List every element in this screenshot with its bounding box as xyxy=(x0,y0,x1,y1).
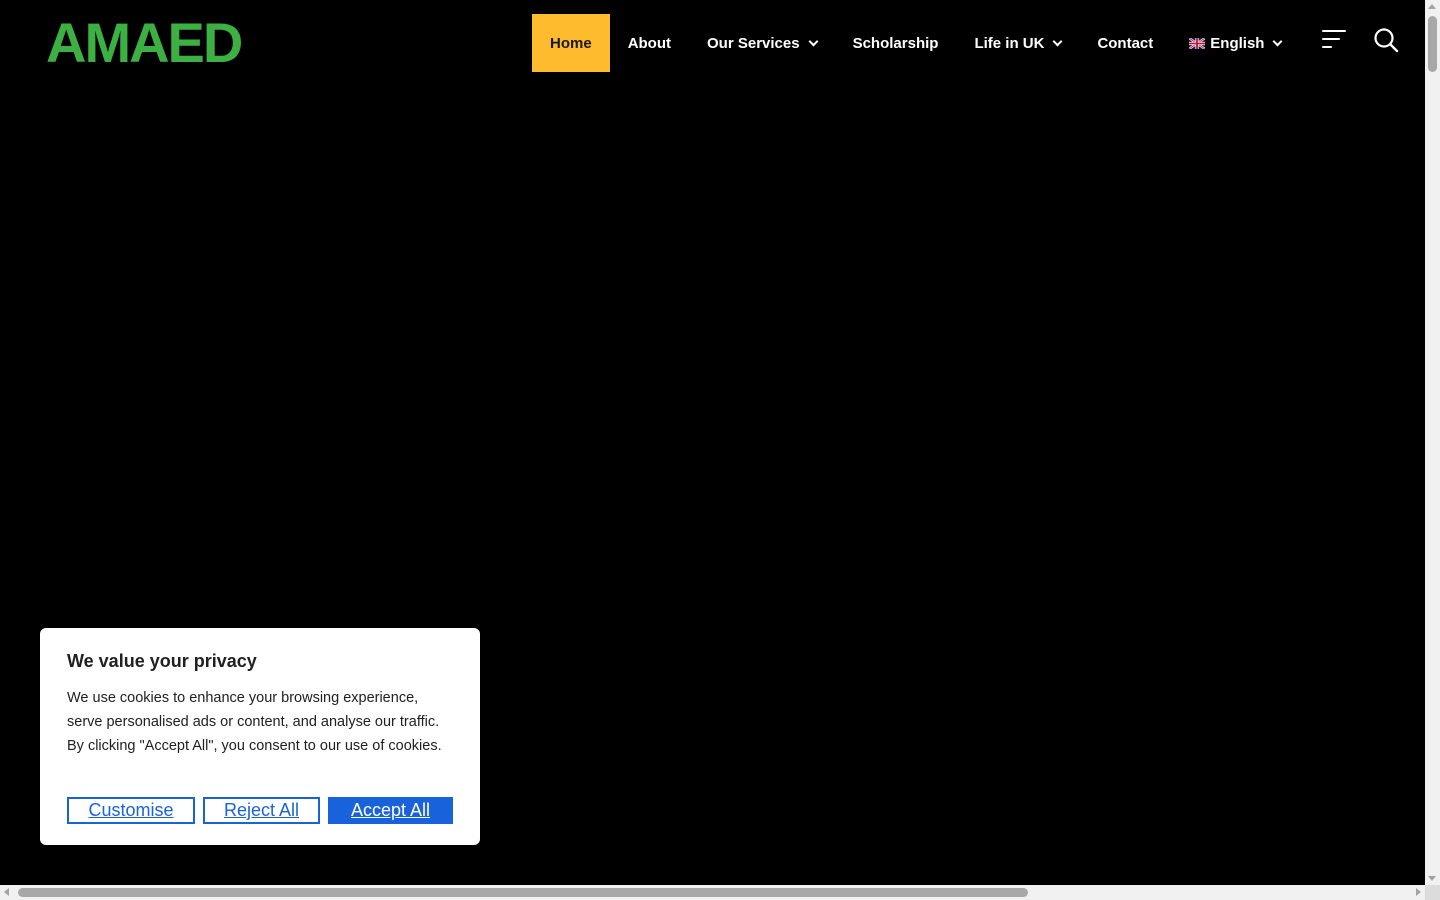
scrollbar-corner xyxy=(1425,885,1440,900)
menu-lines-icon xyxy=(1322,38,1340,40)
menu-lines-icon xyxy=(1322,30,1346,32)
nav-item-scholarship[interactable]: Scholarship xyxy=(835,14,957,72)
site-logo[interactable]: AMAED xyxy=(46,11,266,74)
scroll-right-arrow-icon[interactable] xyxy=(1416,888,1421,896)
nav-item-life-in-uk[interactable]: Life in UK xyxy=(956,14,1079,72)
accept-all-button[interactable]: Accept All xyxy=(328,797,453,824)
nav-item-about[interactable]: About xyxy=(610,14,689,72)
uk-flag-icon xyxy=(1189,37,1206,49)
nav-item-label: Scholarship xyxy=(852,34,939,52)
nav-item-label: Life in UK xyxy=(974,34,1045,52)
horizontal-scrollbar[interactable] xyxy=(0,885,1425,900)
menu-lines-icon xyxy=(1322,46,1332,48)
scroll-down-arrow-icon[interactable] xyxy=(1428,876,1436,881)
search-icon xyxy=(1374,28,1399,53)
cookie-banner-title: We value your privacy xyxy=(67,651,257,671)
cookie-consent-banner: We value your privacy We use cookies to … xyxy=(40,628,480,845)
language-switcher[interactable]: English xyxy=(1171,14,1299,72)
nav-item-label: Home xyxy=(550,34,592,52)
nav-item-label: Our Services xyxy=(707,34,800,52)
reject-all-button[interactable]: Reject All xyxy=(203,797,320,824)
chevron-down-icon xyxy=(1052,36,1063,46)
chevron-down-icon xyxy=(808,36,819,46)
nav-item-label: Contact xyxy=(1097,34,1154,52)
nav-item-home[interactable]: Home xyxy=(532,14,610,72)
amaed-logo-icon: AMAED xyxy=(46,11,244,74)
language-label: English xyxy=(1210,34,1265,52)
nav-item-label: About xyxy=(627,34,672,52)
search-button[interactable] xyxy=(1373,27,1399,53)
menu-toggle-button[interactable] xyxy=(1322,30,1346,50)
chevron-down-icon xyxy=(1273,36,1283,46)
main-nav: Home About Our Services Scholarship Life… xyxy=(532,14,1299,72)
vertical-scrollbar[interactable] xyxy=(1425,0,1440,885)
customise-button[interactable]: Customise xyxy=(67,797,195,824)
scroll-up-arrow-icon[interactable] xyxy=(1428,4,1436,9)
cookie-banner-actions: Customise Reject All Accept All xyxy=(67,797,453,824)
horizontal-scroll-thumb[interactable] xyxy=(18,888,1028,897)
scroll-left-arrow-icon[interactable] xyxy=(4,888,9,896)
nav-item-contact[interactable]: Contact xyxy=(1079,14,1171,72)
cookie-banner-text: We use cookies to enhance your browsing … xyxy=(67,690,442,754)
vertical-scroll-thumb[interactable] xyxy=(1428,16,1437,72)
nav-item-our-services[interactable]: Our Services xyxy=(689,14,835,72)
page: AMAED Home About Our Services Scholarshi… xyxy=(0,0,1425,885)
svg-text:AMAED: AMAED xyxy=(46,14,242,72)
site-header: AMAED Home About Our Services Scholarshi… xyxy=(0,0,1425,86)
